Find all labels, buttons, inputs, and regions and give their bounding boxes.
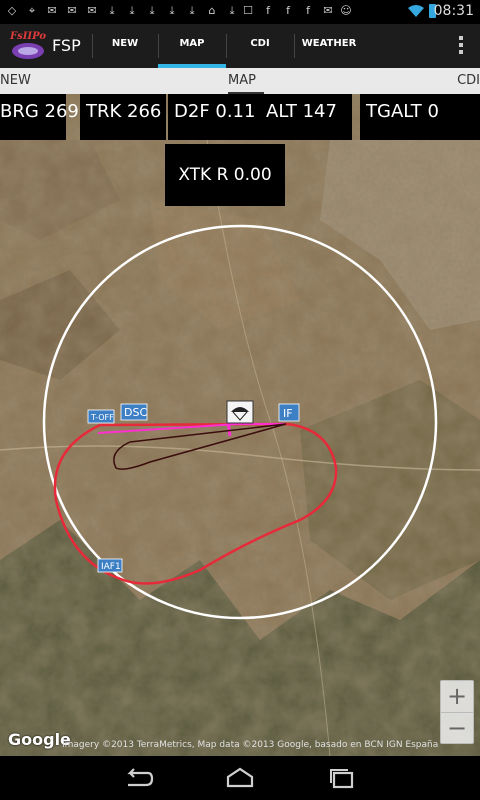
bearing-readout: BRG 269 <box>0 94 79 140</box>
distance-to-fix-readout: D2F 0.11 <box>168 94 262 140</box>
zoom-in-button[interactable]: + <box>441 681 473 713</box>
waypoint-if[interactable]: IF <box>278 403 300 422</box>
download-icon: ⤓ <box>169 4 175 17</box>
target-altitude-readout: TGALT 0 <box>360 94 480 140</box>
app-title: FSP <box>52 36 81 55</box>
tab-cdi[interactable]: CDI <box>226 24 294 68</box>
waypoint-toff-label: T-OFF <box>90 413 114 422</box>
download-icon: ⤓ <box>129 4 135 17</box>
tab-new[interactable]: NEW <box>92 24 158 68</box>
notification-icon: ✉ <box>67 4 77 17</box>
mail-icon: ✉ <box>87 4 97 17</box>
download-icon: ⤓ <box>109 4 115 17</box>
app-logo[interactable]: FsIIPo <box>8 27 48 63</box>
track-readout: TRK 266 <box>80 94 166 140</box>
back-icon[interactable] <box>118 764 158 792</box>
zoom-out-button[interactable]: − <box>441 713 473 744</box>
tab-weather[interactable]: WEATHER <box>294 24 364 68</box>
pager-title-strip: NEW MAP CDI <box>0 68 480 94</box>
download-icon: ⤓ <box>189 4 195 17</box>
notification-icon: ⌂ <box>208 4 216 17</box>
tab-map[interactable]: MAP <box>158 24 226 68</box>
waypoint-iaf1-label: IAF1 <box>101 562 121 572</box>
rotation-icon: ◇ <box>7 4 17 17</box>
facebook-icon: f <box>306 4 310 17</box>
status-bar: ◇ ⌖ ✉ ✉ ✉ ⤓ ⤓ ⤓ ⤓ ⤓ ⌂ ⤓ ☐ f f f ✉ ☺ 08:3… <box>0 0 480 24</box>
game-icon: ☺ <box>340 4 352 17</box>
home-icon[interactable] <box>220 764 260 792</box>
waypoint-dsc[interactable]: DSC <box>120 403 147 421</box>
navigation-bar <box>0 756 480 800</box>
notification-icon: ✉ <box>47 4 57 17</box>
overflow-menu-icon[interactable] <box>458 36 464 56</box>
facebook-icon: f <box>266 4 270 17</box>
flight-track-marker <box>226 421 232 437</box>
talk-icon: ☐ <box>243 4 253 17</box>
waypoint-dsc-label: DSC <box>124 406 147 419</box>
logo-text: FsIIPo <box>9 31 46 42</box>
recent-apps-icon[interactable] <box>322 764 362 792</box>
waypoint-toff[interactable]: T-OFF <box>87 409 115 424</box>
gps-icon: ⌖ <box>28 4 36 17</box>
cross-track-readout: XTK R 0.00 <box>165 144 285 206</box>
clock: 08:31 <box>433 3 474 19</box>
download-icon: ⤓ <box>229 4 235 17</box>
altitude-readout: ALT 147 <box>260 94 352 140</box>
action-bar: FsIIPo FSP NEW MAP CDI WEATHER <box>0 24 480 69</box>
mail-icon: ✉ <box>323 4 333 17</box>
zoom-controls: + − <box>440 680 474 744</box>
pager-current-title: MAP <box>228 73 256 88</box>
pager-next-title[interactable]: CDI <box>457 73 480 88</box>
download-icon: ⤓ <box>149 4 155 17</box>
waypoint-if-label: IF <box>283 407 293 420</box>
map-attribution: Imagery ©2013 TerraMetrics, Map data ©20… <box>62 740 439 750</box>
pager-prev-title[interactable]: NEW <box>0 73 31 88</box>
facebook-icon: f <box>286 4 290 17</box>
wifi-icon <box>408 5 424 17</box>
waypoint-iaf1[interactable]: IAF1 <box>97 558 123 573</box>
